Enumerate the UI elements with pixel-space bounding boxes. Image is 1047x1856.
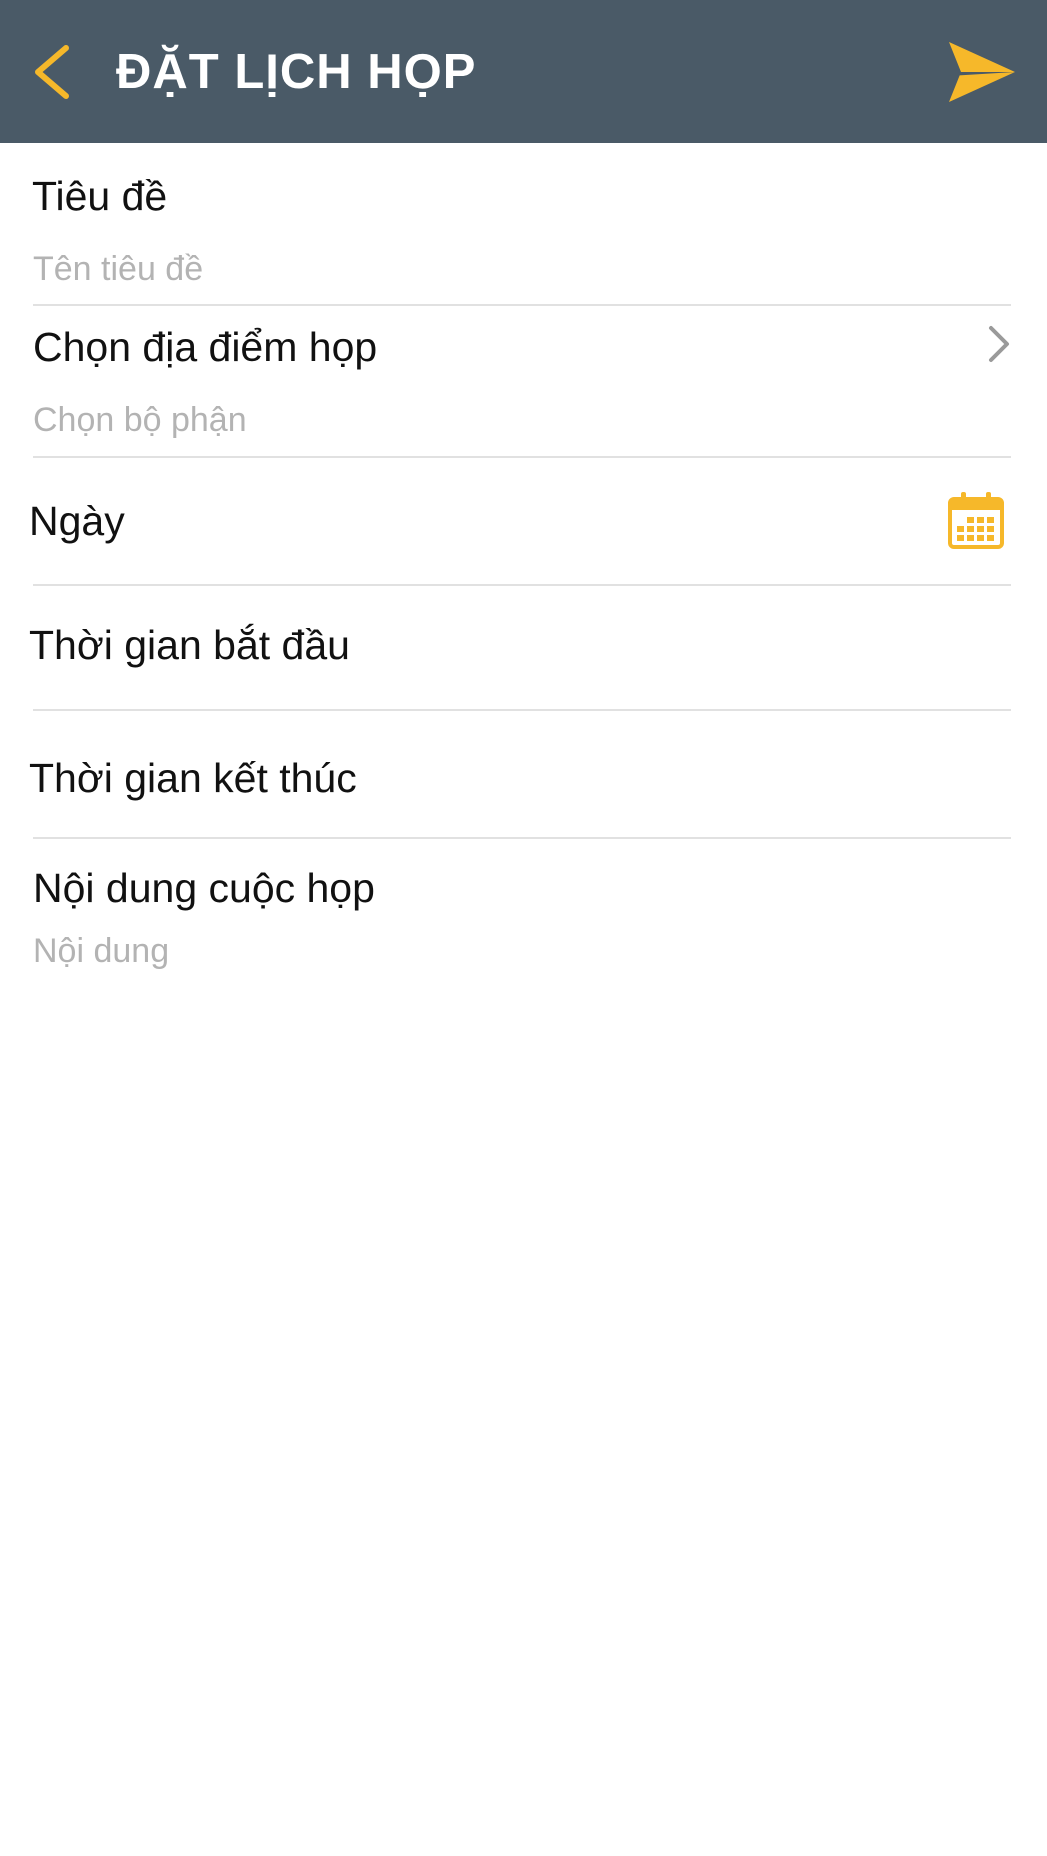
title-row[interactable]: Tiêu đề [0, 143, 1047, 305]
app-header: ĐẶT LỊCH HỌP [0, 0, 1047, 143]
date-label: Ngày [29, 498, 125, 544]
content-input[interactable] [33, 929, 933, 973]
location-label: Chọn địa điểm họp [33, 324, 378, 370]
title-input[interactable] [33, 247, 933, 291]
end-time-row[interactable]: Thời gian kết thúc [0, 711, 1047, 837]
end-time-label: Thời gian kết thúc [29, 755, 357, 801]
chevron-left-icon [35, 45, 69, 99]
content-row[interactable]: Nội dung cuộc họp [0, 839, 1047, 989]
title-label: Tiêu đề [32, 173, 168, 219]
back-button[interactable] [20, 30, 90, 114]
page-title: ĐẶT LỊCH HỌP [116, 45, 477, 99]
send-icon [949, 42, 1015, 102]
send-button[interactable] [945, 36, 1019, 108]
chevron-right-icon [989, 326, 1009, 362]
date-row[interactable]: Ngày [0, 458, 1047, 586]
location-row[interactable]: Chọn địa điểm họp [0, 306, 1047, 459]
content-label: Nội dung cuộc họp [33, 865, 375, 911]
start-time-row[interactable]: Thời gian bắt đầu [0, 586, 1047, 710]
calendar-icon[interactable] [947, 490, 1005, 550]
start-time-label: Thời gian bắt đầu [29, 622, 350, 668]
department-input[interactable] [33, 398, 933, 442]
